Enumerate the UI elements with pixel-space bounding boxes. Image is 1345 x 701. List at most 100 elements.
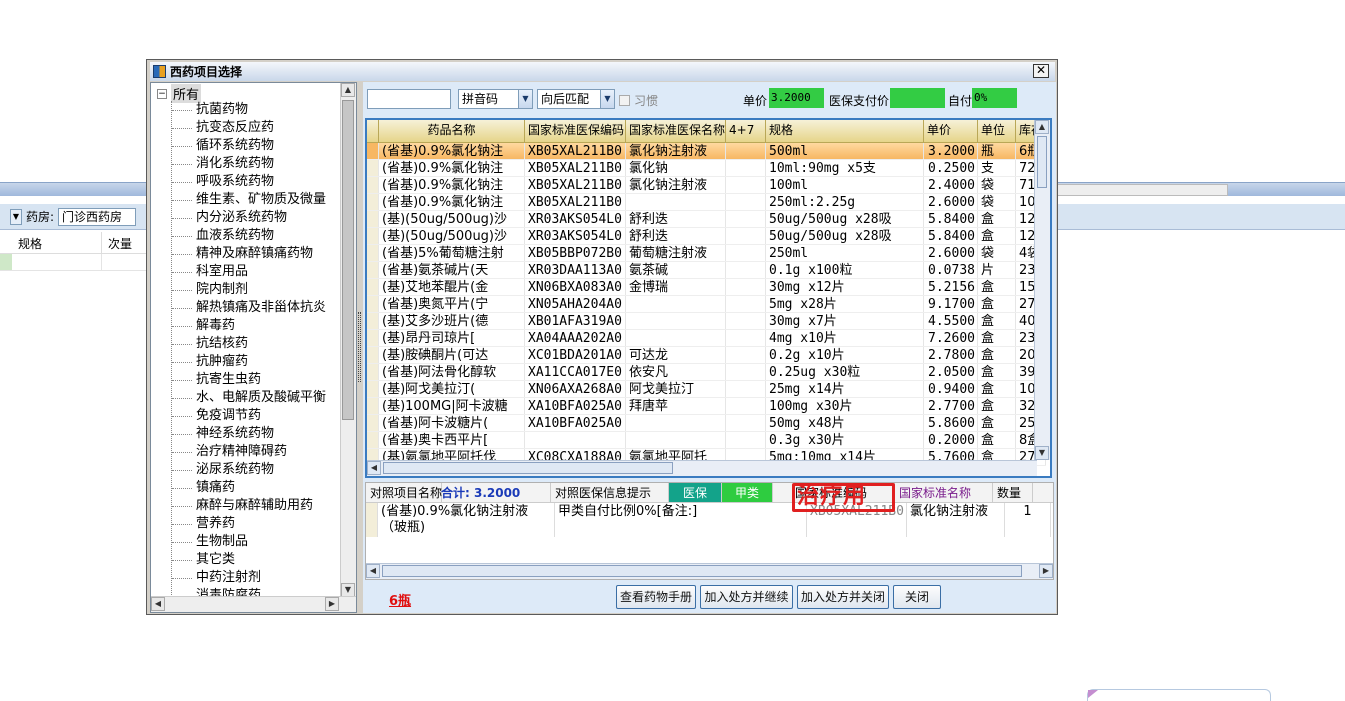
row-header[interactable]: [367, 143, 379, 159]
tree-item[interactable]: 治疗精神障碍药: [172, 443, 326, 461]
drug-grid[interactable]: 药品名称 国家标准医保编码 国家标准医保名称 4+7 规格 单价 单位 库存 (省基)0.9%…: [365, 118, 1052, 478]
scroll-right-icon[interactable]: ▶: [1039, 564, 1053, 578]
scroll-left-icon[interactable]: ◀: [366, 564, 380, 578]
table-row[interactable]: (基)艾地苯醌片(金 XN06BXA083A0 金博瑞 30mg x12片 5.2156…: [367, 279, 1046, 296]
row-header[interactable]: [367, 398, 379, 414]
row-header[interactable]: [367, 262, 379, 278]
tree-item[interactable]: 抗变态反应药: [172, 119, 326, 137]
row-header[interactable]: [367, 330, 379, 346]
row-header[interactable]: [367, 347, 379, 363]
tree-item[interactable]: 抗菌药物: [172, 101, 326, 119]
tree-item[interactable]: 科室用品: [172, 263, 326, 281]
grid-col-header[interactable]: 国家标准医保名称: [626, 120, 726, 142]
habit-checkbox[interactable]: 习惯: [619, 92, 658, 109]
add-continue-button[interactable]: 加入处方并继续: [700, 585, 793, 609]
row-header[interactable]: [367, 177, 379, 193]
chevron-down-icon[interactable]: ▼: [600, 90, 614, 108]
selected-item-qty[interactable]: 1: [1005, 503, 1051, 537]
selected-item-row[interactable]: (省基)0.9%氯化钠注射液（玻瓶) 甲类自付比例0%[备注:] XB05XAL…: [366, 503, 1053, 537]
background-grid-row[interactable]: [0, 254, 147, 271]
grid-horizontal-scrollbar[interactable]: ◀: [367, 460, 1037, 476]
row-header[interactable]: [367, 228, 379, 244]
row-header[interactable]: [367, 279, 379, 295]
table-row[interactable]: (省基)0.9%氯化钠注 XB05XAL211B0 氯化钠 10ml:90mg x5支…: [367, 160, 1046, 177]
row-header[interactable]: [367, 364, 379, 380]
tree-item[interactable]: 镇痛药: [172, 479, 326, 497]
table-row[interactable]: (省基)奥卡西平片[0.3g x30片 0.2000 盒 8盒: [367, 432, 1046, 449]
grid-body[interactable]: (省基)0.9%氯化钠注 XB05XAL211B0 氯化钠注射液 500ml 3.200…: [367, 143, 1046, 466]
dialog-titlebar[interactable]: 西药项目选择 ✕: [150, 62, 1055, 81]
tree-item[interactable]: 麻醉与麻醉辅助用药: [172, 497, 326, 515]
tree-item[interactable]: 抗结核药: [172, 335, 326, 353]
row-header[interactable]: [367, 160, 379, 176]
scroll-thumb[interactable]: [382, 565, 1022, 577]
tree-item[interactable]: 免疫调节药: [172, 407, 326, 425]
grid-col-header[interactable]: 4+7: [726, 120, 766, 142]
drug-manual-button[interactable]: 查看药物手册: [616, 585, 696, 609]
category-tree[interactable]: − 所有 抗菌药物 抗变态反应药 循环系统药物 消化系统药物 呼吸系统药物 维生素、矿物质…: [150, 82, 357, 613]
row-header[interactable]: [367, 432, 379, 448]
tree-item[interactable]: 神经系统药物: [172, 425, 326, 443]
match-mode-select[interactable]: 向后匹配 ▼: [537, 89, 615, 109]
row-header[interactable]: [367, 211, 379, 227]
scroll-thumb[interactable]: [383, 462, 673, 474]
table-row[interactable]: (基)昂丹司琼片[XA04AAA202A0 4mg x10片 7.2600 盒 23: [367, 330, 1046, 347]
scroll-thumb[interactable]: [1037, 136, 1047, 188]
pharmacy-combo[interactable]: 门诊西药房: [58, 207, 137, 226]
row-header[interactable]: [367, 381, 379, 397]
table-row[interactable]: (基)胺碘酮片(可达 XC01BDA201A0 可达龙 0.2g x10片 2.7800…: [367, 347, 1046, 364]
scroll-left-icon[interactable]: ◀: [367, 461, 381, 475]
tree-item[interactable]: 营养药: [172, 515, 326, 533]
scroll-right-icon[interactable]: ▶: [325, 597, 339, 611]
tree-item[interactable]: 水、电解质及酸碱平衡: [172, 389, 326, 407]
tree-item[interactable]: 院内制剂: [172, 281, 326, 299]
row-header[interactable]: [366, 503, 378, 537]
table-row[interactable]: (基)(50ug/500ug)沙 XR03AKS054L0 舒利迭 50ug/500u…: [367, 211, 1046, 228]
tree-item[interactable]: 泌尿系统药物: [172, 461, 326, 479]
tree-item[interactable]: 其它类: [172, 551, 326, 569]
row-header[interactable]: [367, 313, 379, 329]
checkbox-icon[interactable]: [619, 95, 630, 106]
selected-item-grid[interactable]: 对照项目名称 合计: 3.2000 对照医保信息提示 医保 甲类 国家标准编码 …: [365, 482, 1054, 580]
close-button[interactable]: ✕: [1033, 64, 1049, 78]
background-scrollbar[interactable]: [1056, 184, 1228, 196]
tree-item[interactable]: 血液系统药物: [172, 227, 326, 245]
scroll-left-icon[interactable]: ◀: [151, 597, 165, 611]
tree-item[interactable]: 抗寄生虫药: [172, 371, 326, 389]
tree-item[interactable]: 内分泌系统药物: [172, 209, 326, 227]
collapse-icon[interactable]: −: [157, 88, 167, 99]
table-row[interactable]: (省基)氨茶碱片(天 XR03DAA113A0 氨茶碱 0.1g x100粒 0.073…: [367, 262, 1046, 279]
grid-col-header[interactable]: 药品名称: [379, 120, 525, 142]
row-header[interactable]: [367, 245, 379, 261]
table-row[interactable]: (基)艾多沙班片(德 XB01AFA319A0 30mg x7片 4.5500 盒 40: [367, 313, 1046, 330]
scroll-down-icon[interactable]: ▼: [1035, 446, 1049, 460]
tree-item[interactable]: 精神及麻醉镇痛药物: [172, 245, 326, 263]
scroll-thumb[interactable]: [342, 100, 354, 420]
table-row[interactable]: (省基)奥氮平片(宁 XN05AHA204A0 5mg x28片 9.1700 盒 27: [367, 296, 1046, 313]
table-row[interactable]: (省基)5%葡萄糖注射 XB05BBP072B0 葡萄糖注射液 250ml 2.6000…: [367, 245, 1046, 262]
table-row[interactable]: (省基)阿法骨化醇软 XA11CCA017E0 依安凡 0.25ug x30粒 2.05…: [367, 364, 1046, 381]
tree-item[interactable]: 抗肿瘤药: [172, 353, 326, 371]
grid-col-header[interactable]: 规格: [766, 120, 924, 142]
row-header[interactable]: [367, 415, 379, 431]
table-row[interactable]: (基)阿戈美拉汀(XN06AXA268A0 阿戈美拉汀 25mg x14片 0.940…: [367, 381, 1046, 398]
tree-vertical-scrollbar[interactable]: ▲ ▼: [340, 83, 356, 597]
tree-item[interactable]: 生物制品: [172, 533, 326, 551]
tree-item[interactable]: 维生素、矿物质及微量: [172, 191, 326, 209]
info-horizontal-scrollbar[interactable]: ◀ ▶: [366, 563, 1053, 579]
close-dialog-button[interactable]: 关闭: [893, 585, 941, 609]
tree-item[interactable]: 消化系统药物: [172, 155, 326, 173]
grid-col-header[interactable]: 单价: [924, 120, 978, 142]
scroll-up-icon[interactable]: ▲: [1035, 120, 1049, 134]
table-row[interactable]: (省基)0.9%氯化钠注 XB05XAL211B0 氯化钠注射液 500ml 3.200…: [367, 143, 1046, 160]
scroll-up-icon[interactable]: ▲: [341, 83, 355, 97]
table-row[interactable]: (基)100MG|阿卡波糖 XA10BFA025A0 拜唐苹 100mg x30片 2.…: [367, 398, 1046, 415]
tree-item[interactable]: 循环系统药物: [172, 137, 326, 155]
chevron-down-icon[interactable]: ▼: [518, 90, 532, 108]
search-input[interactable]: [367, 89, 451, 109]
add-close-button[interactable]: 加入处方并关闭: [797, 585, 889, 609]
table-row[interactable]: (基)(50ug/500ug)沙 XR03AKS054L0 舒利迭 50ug/500u…: [367, 228, 1046, 245]
chevron-down-icon[interactable]: ▼: [10, 208, 22, 225]
tree-item[interactable]: 解热镇痛及非甾体抗炎: [172, 299, 326, 317]
table-row[interactable]: (省基)0.9%氯化钠注 XB05XAL211B0 氯化钠注射液 100ml 2.400…: [367, 177, 1046, 194]
